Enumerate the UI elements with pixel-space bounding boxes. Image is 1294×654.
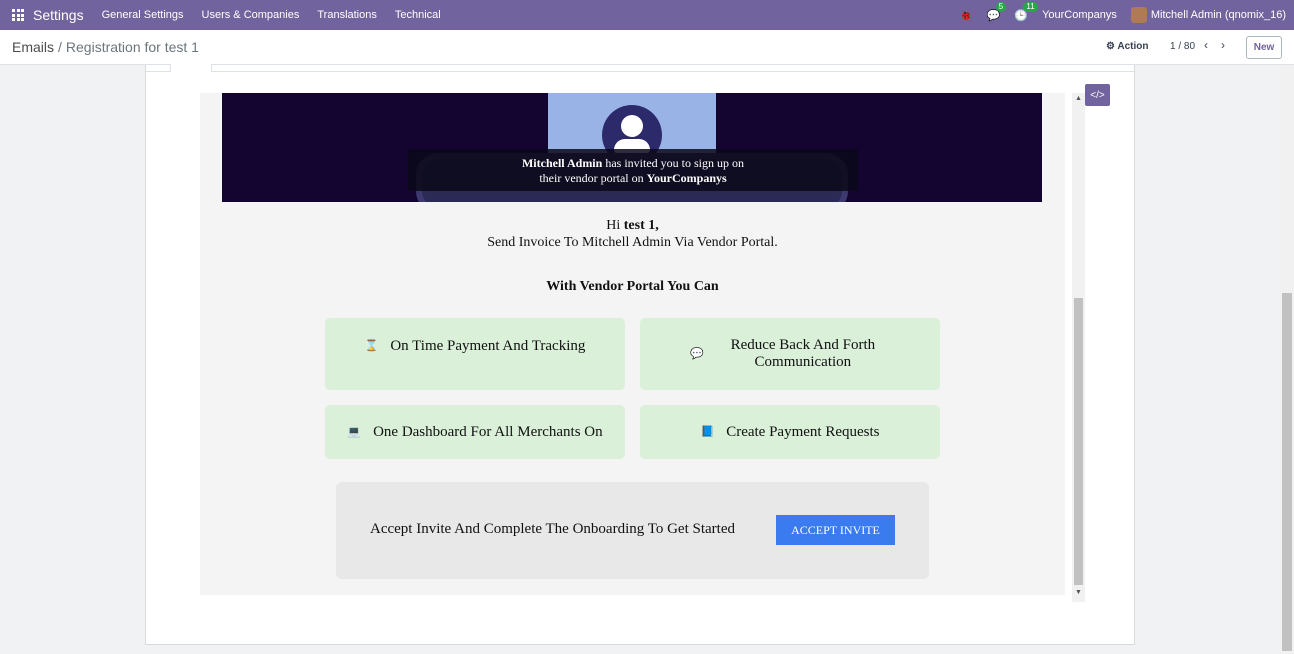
editor-scrollbar[interactable]: ▲ ▼ xyxy=(1072,93,1085,602)
menu-translations[interactable]: Translations xyxy=(317,9,377,21)
menu-general-settings[interactable]: General Settings xyxy=(102,9,184,21)
navbar-systray: 🐞 💬 5 🕒 11 YourCompanys Mitchell Admin (qn… xyxy=(959,0,1286,30)
editor-scroll-thumb[interactable] xyxy=(1074,298,1083,585)
cta-text: Accept Invite And Complete The Onboardin… xyxy=(370,521,735,537)
book-icon: 📘 xyxy=(700,425,715,438)
pager-previous-icon[interactable]: ‹ xyxy=(1204,38,1208,52)
hero-company: YourCompanys xyxy=(646,171,727,185)
page-scrollbar[interactable] xyxy=(1280,65,1294,654)
greeting: Hi test 1, Send Invoice To Mitchell Admi… xyxy=(200,217,1065,251)
top-navbar: Settings General Settings Users & Compan… xyxy=(0,0,1294,30)
feature-label: One Dashboard For All Merchants On xyxy=(373,423,603,440)
code-view-icon[interactable]: </> xyxy=(1085,84,1110,106)
app-name[interactable]: Settings xyxy=(33,7,84,23)
activities-badge: 11 xyxy=(1023,1,1038,12)
email-body-preview: Mitchell Admin has invited you to sign u… xyxy=(200,93,1065,595)
hourglass-icon: ⌛ xyxy=(364,339,379,352)
action-button[interactable]: ⚙ Action xyxy=(1106,41,1149,52)
action-label: Action xyxy=(1117,41,1149,52)
page-scroll-thumb[interactable] xyxy=(1282,293,1292,651)
greeting-prefix: Hi xyxy=(606,218,624,233)
messages-badge: 5 xyxy=(995,1,1007,12)
breadcrumb-current: Registration for test 1 xyxy=(65,39,199,55)
breadcrumb-separator: / xyxy=(58,39,62,55)
scroll-down-icon[interactable]: ▼ xyxy=(1075,589,1082,596)
comments-icon: 💬 xyxy=(690,347,704,360)
pager-next-icon[interactable]: › xyxy=(1221,38,1225,52)
breadcrumb-emails[interactable]: Emails xyxy=(12,39,54,55)
company-switcher[interactable]: YourCompanys xyxy=(1042,9,1117,21)
new-button[interactable]: New xyxy=(1246,36,1282,59)
messages-icon[interactable]: 💬 5 xyxy=(987,1,1007,22)
debug-bug-icon[interactable]: 🐞 xyxy=(959,9,973,22)
hero-banner: Mitchell Admin has invited you to sign u… xyxy=(222,93,1042,202)
cta-box: Accept Invite And Complete The Onboardin… xyxy=(336,482,929,579)
hero-caption: Mitchell Admin has invited you to sign u… xyxy=(408,149,858,191)
feature-label: On Time Payment And Tracking xyxy=(390,337,586,354)
gear-icon: ⚙ xyxy=(1106,41,1115,52)
breadcrumb: Emails / Registration for test 1 xyxy=(12,39,199,55)
hero-user-head xyxy=(621,115,643,137)
user-menu[interactable]: Mitchell Admin (qnomix_16) xyxy=(1130,7,1286,23)
hero-inviter: Mitchell Admin xyxy=(521,156,603,170)
avatar xyxy=(1130,7,1147,23)
menu-technical[interactable]: Technical xyxy=(395,9,441,21)
control-panel: Emails / Registration for test 1 ⚙ Action … xyxy=(0,30,1294,65)
intro-text: Send Invoice To Mitchell Admin Via Vendo… xyxy=(487,235,778,250)
menu-users-companies[interactable]: Users & Companies xyxy=(202,9,300,21)
scroll-up-icon[interactable]: ▲ xyxy=(1075,95,1082,102)
feature-label: Create Payment Requests xyxy=(726,423,880,440)
tab-active[interactable] xyxy=(170,64,212,72)
feature-card-communication: 💬 Reduce Back And Forth Communication xyxy=(640,318,940,390)
user-name: Mitchell Admin (qnomix_16) xyxy=(1150,8,1286,21)
feature-card-payment-requests: 📘 Create Payment Requests xyxy=(640,405,940,459)
pager-value[interactable]: 1 / 80 xyxy=(1170,41,1195,52)
activities-clock-icon[interactable]: 🕒 11 xyxy=(1014,1,1038,22)
laptop-icon: 💻 xyxy=(347,425,362,438)
accept-invite-button[interactable]: ACCEPT INVITE xyxy=(776,515,895,545)
features-title: With Vendor Portal You Can xyxy=(546,279,719,294)
hero-line2: their vendor portal on xyxy=(539,171,647,185)
hero-line1: has invited you to sign up on xyxy=(602,156,744,170)
feature-card-payment-tracking: ⌛ On Time Payment And Tracking xyxy=(325,318,625,390)
feature-card-dashboard: 💻 One Dashboard For All Merchants On xyxy=(325,405,625,459)
notebook-tabs xyxy=(146,71,1134,72)
apps-menu-icon[interactable] xyxy=(12,9,24,21)
greeting-name: test 1, xyxy=(623,218,659,233)
feature-label: Reduce Back And Forth Communication xyxy=(730,337,876,370)
